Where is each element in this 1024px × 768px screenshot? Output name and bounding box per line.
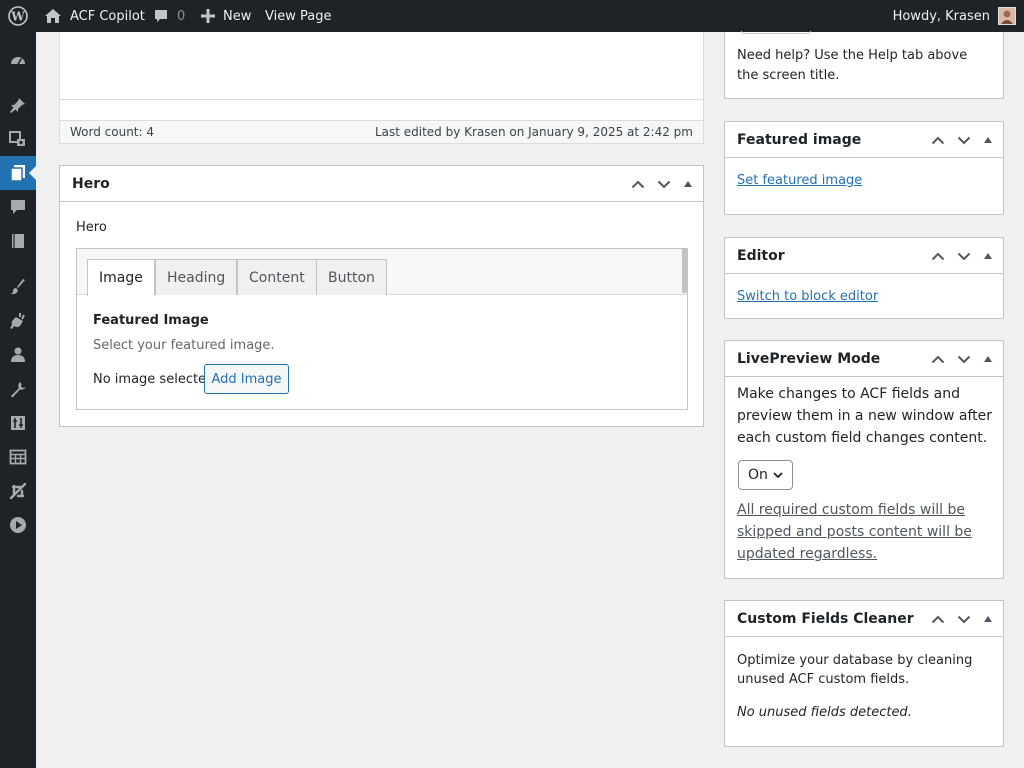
table-icon[interactable] <box>0 440 36 474</box>
livepreview-description: Make changes to ACF fields and preview t… <box>737 386 993 446</box>
featured-image-title: Featured image <box>737 131 862 148</box>
cleaner-status: No unused fields detected. <box>737 705 912 720</box>
site-name: ACF Copilot <box>70 8 145 24</box>
admin-bar: W ACF Copilot 0 New View Page Howdy, Kra… <box>0 0 1024 32</box>
comments-link[interactable]: 0 <box>153 0 185 32</box>
view-page-link[interactable]: View Page <box>265 0 331 32</box>
set-featured-image-link[interactable]: Set featured image <box>737 173 862 188</box>
featured-image-metabox: Featured image Set featured image <box>724 121 1004 215</box>
editor-metabox-title: Editor <box>737 247 785 264</box>
tab-content[interactable]: Content <box>237 259 317 295</box>
livepreview-note: All required custom fields will be skipp… <box>737 502 972 562</box>
move-down-icon[interactable] <box>951 606 977 632</box>
collapse-toggle-icon[interactable] <box>977 243 999 269</box>
editor-status-bar: Word count: 4 Last edited by Krasen on J… <box>60 120 703 143</box>
collapse-toggle-icon[interactable] <box>677 171 699 197</box>
tab-image[interactable]: Image <box>87 259 155 296</box>
view-page-label: View Page <box>265 8 332 24</box>
move-up-icon[interactable] <box>925 606 951 632</box>
move-up-icon[interactable] <box>925 127 951 153</box>
appearance-brush-icon[interactable] <box>0 270 36 304</box>
hero-metabox: Hero Hero Image Heading Content Button F… <box>59 165 704 427</box>
tab-bar: Image Heading Content Button <box>77 249 687 296</box>
comments-count: 0 <box>177 8 186 24</box>
livepreview-mode-select[interactable]: On <box>738 460 793 490</box>
avatar <box>998 7 1016 25</box>
new-content-link[interactable]: New <box>201 0 251 32</box>
classic-editor: Word count: 4 Last edited by Krasen on J… <box>59 32 704 144</box>
tab-button[interactable]: Button <box>316 259 387 295</box>
last-edited: Last edited by Krasen on January 9, 2025… <box>374 125 693 139</box>
plus-icon <box>201 9 215 23</box>
featured-image-field-description: Select your featured image. <box>93 338 275 353</box>
hero-metabox-title: Hero <box>72 175 110 192</box>
livepreview-mode-value: On <box>748 467 768 483</box>
word-count: Word count: 4 <box>70 125 155 139</box>
users-icon[interactable] <box>0 338 36 372</box>
tools-wrench-icon[interactable] <box>0 372 36 406</box>
plane-icon[interactable] <box>0 474 36 508</box>
collapse-toggle-icon[interactable] <box>977 127 999 153</box>
move-up-icon[interactable] <box>625 171 651 197</box>
pages-icon[interactable] <box>0 156 36 190</box>
howdy-text: Howdy, Krasen <box>892 8 990 24</box>
account-menu[interactable]: Howdy, Krasen <box>893 0 1016 32</box>
move-down-icon[interactable] <box>951 243 977 269</box>
wordpress-logo-icon[interactable]: W <box>6 0 30 32</box>
help-text: Need help? Use the Help tab above the sc… <box>737 48 968 83</box>
editor-content-area[interactable] <box>60 32 703 100</box>
admin-menu <box>0 32 36 768</box>
hero-metabox-header: Hero <box>60 166 703 202</box>
collapse-toggle-icon[interactable] <box>977 606 999 632</box>
help-box: Need help? Use the Help tab above the sc… <box>724 31 1004 99</box>
cleaner-description: Optimize your database by cleaning unuse… <box>737 653 973 687</box>
collapse-toggle-icon[interactable] <box>977 346 999 372</box>
featured-image-field-label: Featured Image <box>93 313 209 328</box>
no-image-text: No image selected <box>93 372 215 387</box>
tab-scrollbar[interactable] <box>682 249 687 293</box>
new-label: New <box>223 8 252 24</box>
svg-text:W: W <box>10 10 25 24</box>
editor-metabox: Editor Switch to block editor <box>724 237 1004 319</box>
home-icon <box>45 9 61 23</box>
move-up-icon[interactable] <box>925 346 951 372</box>
site-name-link[interactable]: ACF Copilot <box>44 0 145 32</box>
move-down-icon[interactable] <box>951 346 977 372</box>
media-icon[interactable] <box>0 122 36 156</box>
dashboard-icon[interactable] <box>0 43 36 77</box>
cleaner-header: Custom Fields Cleaner <box>725 601 1003 637</box>
move-down-icon[interactable] <box>951 127 977 153</box>
move-down-icon[interactable] <box>651 171 677 197</box>
cleaner-title: Custom Fields Cleaner <box>737 610 914 627</box>
featured-image-header: Featured image <box>725 122 1003 158</box>
editor-metabox-header: Editor <box>725 238 1003 274</box>
custom-fields-cleaner-metabox: Custom Fields Cleaner Optimize your data… <box>724 600 1004 747</box>
hero-field-label: Hero <box>76 220 107 235</box>
library-icon[interactable] <box>0 224 36 258</box>
posts-pin-icon[interactable] <box>0 88 36 122</box>
livepreview-title: LivePreview Mode <box>737 350 881 367</box>
tab-heading[interactable]: Heading <box>155 259 238 295</box>
livepreview-metabox: LivePreview Mode Make changes to ACF fie… <box>724 340 1004 579</box>
comment-bubble-icon <box>155 10 167 22</box>
plugins-icon[interactable] <box>0 304 36 338</box>
move-up-icon[interactable] <box>925 243 951 269</box>
publish-button-remnant[interactable] <box>741 31 811 34</box>
switch-to-block-editor-link[interactable]: Switch to block editor <box>737 289 878 304</box>
livepreview-header: LivePreview Mode <box>725 341 1003 377</box>
play-icon[interactable] <box>0 508 36 542</box>
comments-icon[interactable] <box>0 190 36 224</box>
chevron-down-icon <box>773 472 783 479</box>
add-image-button[interactable]: Add Image <box>204 364 289 394</box>
hero-tabs: Image Heading Content Button Featured Im… <box>76 248 688 410</box>
settings-sort-icon[interactable] <box>0 406 36 440</box>
